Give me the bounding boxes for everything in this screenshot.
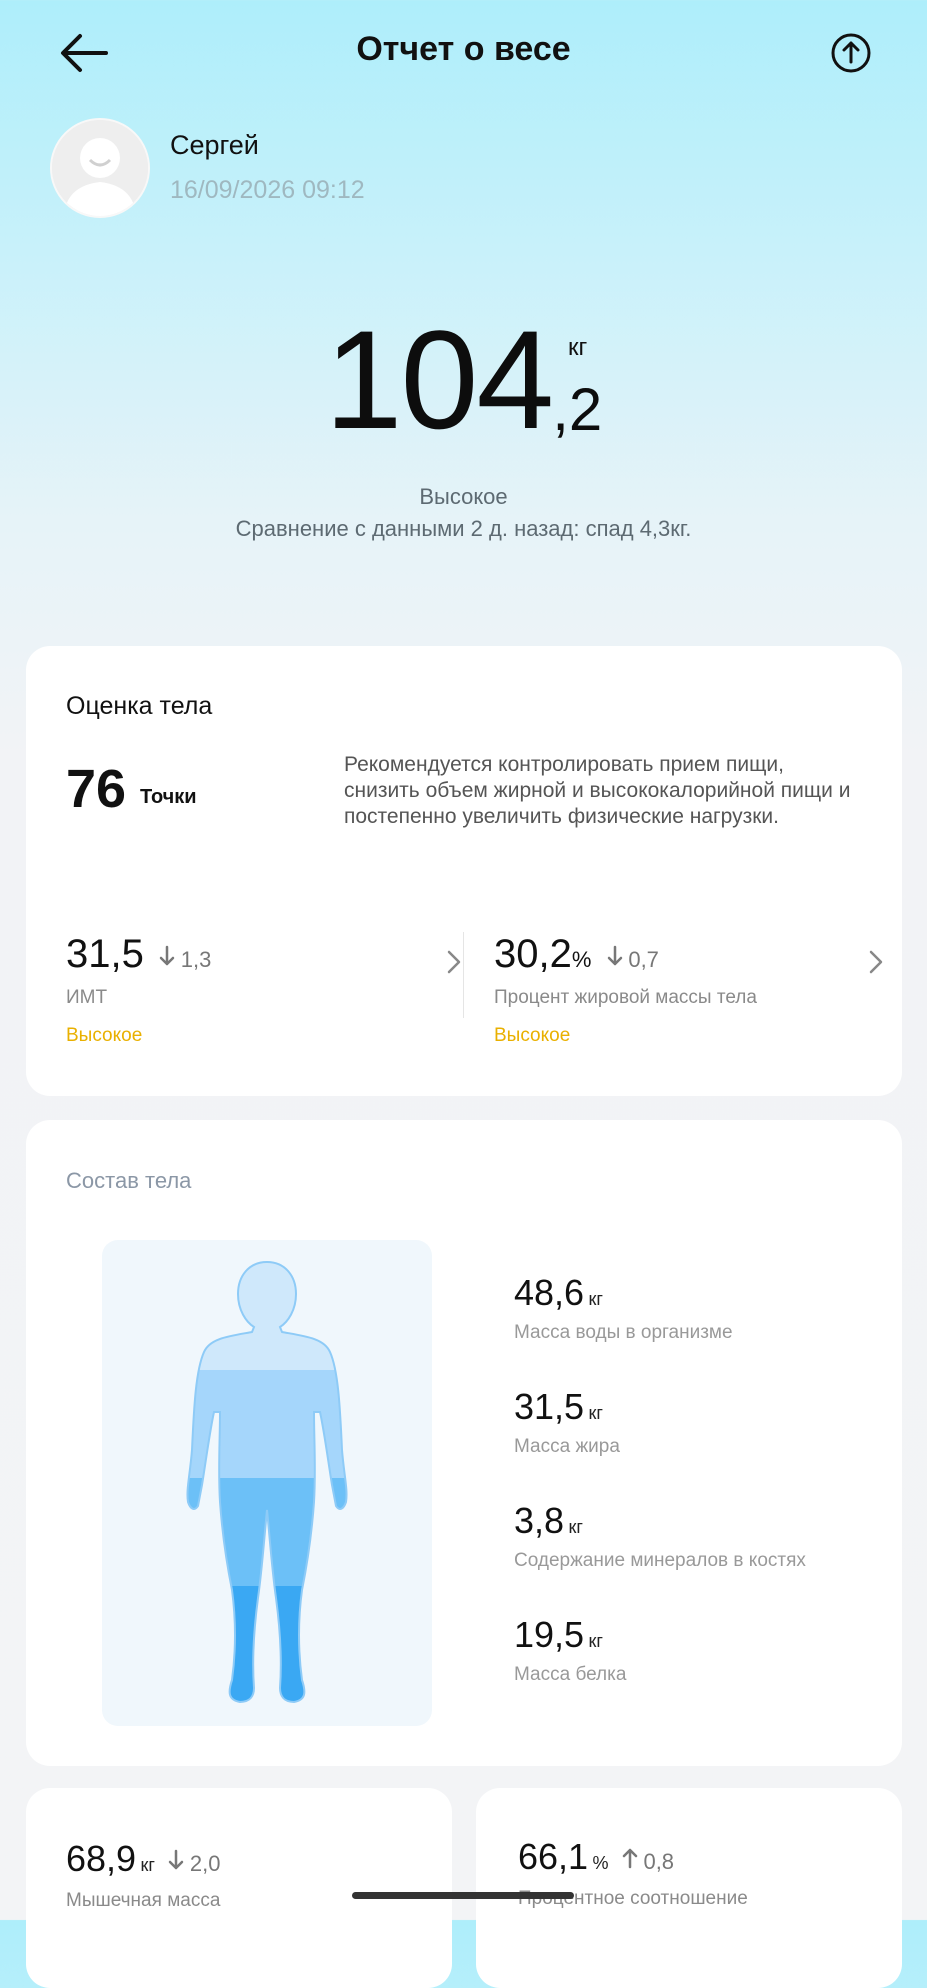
user-name: Сергей [170, 130, 259, 160]
chevron-right-icon [447, 950, 461, 974]
chevron-right-icon [869, 950, 883, 974]
card-title: Оценка тела [66, 692, 213, 720]
arrow-down-icon [606, 945, 628, 971]
share-button[interactable] [828, 30, 874, 76]
water-mass-unit: кг [588, 1289, 603, 1309]
fat-percent-status: Высокое [494, 1025, 571, 1046]
fat-mass-value: 31,5 [514, 1386, 585, 1427]
bone-mineral-unit: кг [568, 1517, 583, 1537]
user-avatar-icon [52, 120, 148, 216]
arrow-down-icon [158, 945, 180, 971]
protein-ratio-unit: % [592, 1853, 609, 1873]
arrow-down-icon [167, 1849, 189, 1875]
protein-mass-item: 19,5 кг Масса белка [514, 1614, 626, 1686]
protein-mass-value: 19,5 [514, 1614, 585, 1655]
weight-decimal: ,2 [552, 376, 603, 443]
muscle-mass-metric: 68,9 кг 2,0 Мышечная масса [66, 1838, 220, 1912]
protein-ratio-value: 66,1 [518, 1836, 589, 1877]
water-mass-label: Масса воды в организме [514, 1322, 733, 1343]
avatar[interactable] [50, 118, 150, 218]
fat-mass-label: Масса жира [514, 1436, 620, 1457]
body-score-card: Оценка тела 76 Точки Рекомендуется контр… [26, 646, 902, 1096]
water-mass-item: 48,6 кг Масса воды в организме [514, 1272, 733, 1344]
bmi-status: Высокое [66, 1025, 143, 1046]
fat-percent-unit: % [571, 947, 592, 972]
muscle-mass-unit: кг [140, 1855, 155, 1875]
bone-mineral-item: 3,8 кг Содержание минералов в костях [514, 1500, 806, 1572]
share-icon [831, 33, 871, 73]
card-title: Состав тела [66, 1168, 192, 1193]
muscle-mass-label: Мышечная масса [66, 1890, 221, 1911]
protein-ratio-card[interactable]: 66,1 % 0,8 Процентное соотношение [476, 1788, 902, 1988]
fat-mass-unit: кг [588, 1403, 603, 1423]
recommendation-text: Рекомендуется контролировать прием пищи,… [344, 753, 851, 828]
fat-mass-item: 31,5 кг Масса жира [514, 1386, 620, 1458]
page-title: Отчет о весе [356, 30, 571, 68]
weight-integer: 104 [324, 301, 555, 458]
fat-percent-metric[interactable]: 30,2% 0,7 Процент жировой массы тела Выс… [494, 932, 884, 1062]
measurement-date: 16/09/2026 09:12 [170, 176, 365, 204]
protein-ratio-delta: 0,8 [643, 1849, 675, 1874]
weight-value: 104,2 [0, 310, 927, 450]
bmi-metric[interactable]: 31,5 1,3 ИМТ Высокое [66, 932, 461, 1062]
home-indicator[interactable] [352, 1892, 574, 1899]
body-composition-card[interactable]: Состав тела 48,6 кг Масса воды в организ… [26, 1120, 902, 1766]
bone-mineral-label: Содержание минералов в костях [514, 1550, 806, 1571]
protein-mass-label: Масса белка [514, 1664, 627, 1685]
fat-percent-delta: 0,7 [628, 947, 659, 972]
protein-mass-unit: кг [588, 1631, 603, 1651]
muscle-mass-delta: 2,0 [189, 1851, 221, 1876]
divider [463, 932, 464, 1018]
weight-unit: кг [568, 334, 588, 361]
bmi-delta: 1,3 [180, 947, 212, 972]
bone-mineral-value: 3,8 [514, 1500, 565, 1541]
muscle-mass-value: 68,9 [66, 1838, 137, 1879]
weight-status: Высокое [419, 484, 508, 509]
arrow-up-icon [621, 1848, 643, 1873]
body-score-value: 76 [66, 759, 127, 819]
water-mass-value: 48,6 [514, 1272, 585, 1313]
weight-comparison: Сравнение с данными 2 д. назад: спад 4,3… [235, 516, 692, 541]
body-figure-panel [102, 1240, 432, 1726]
human-body-figure [186, 1260, 348, 1704]
fat-percent-label: Процент жировой массы тела [494, 987, 757, 1008]
fat-percent-value: 30,2 [494, 932, 572, 976]
bmi-label: ИМТ [66, 987, 108, 1008]
muscle-mass-card[interactable]: 68,9 кг 2,0 Мышечная масса [26, 1788, 452, 1988]
bmi-value: 31,5 [66, 932, 144, 976]
body-score-unit: Точки [140, 786, 197, 808]
